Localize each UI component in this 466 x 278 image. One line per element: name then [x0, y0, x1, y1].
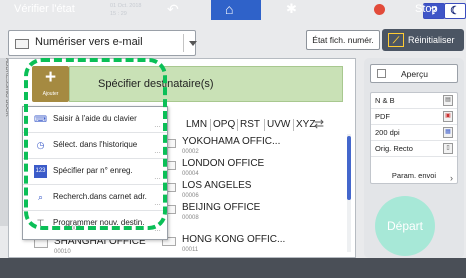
index-tab[interactable]: UVW [267, 119, 290, 130]
scan-file-status-button[interactable]: État fich. numér. [306, 30, 380, 50]
destination-number: 00004 [182, 171, 199, 177]
destination-name: HONG KONG OFFIC... [182, 234, 286, 245]
setting-file-type[interactable]: PDF ▣ [371, 109, 457, 125]
chevron-right-icon: › [450, 173, 453, 183]
stop-icon [374, 4, 385, 15]
envelope-icon [15, 39, 29, 49]
check-status-button[interactable]: Vérifier l'état [14, 3, 75, 15]
select-divider [183, 34, 184, 52]
pdf-icon: ▣ [443, 111, 453, 122]
index-tab[interactable]: OPQ [213, 119, 235, 130]
index-tab[interactable]: XYZ [296, 119, 315, 130]
destination-name: YOKOHAMA OFFIC... [182, 136, 281, 147]
destination-name: LOS ANGELES [182, 180, 252, 191]
setting-color[interactable]: N & B ▤ [371, 93, 457, 109]
scan-mode-select[interactable]: Numériser vers e-mail [8, 30, 197, 56]
preview-toggle[interactable]: Aperçu [370, 64, 458, 83]
send-settings-label: Param. envoi [391, 171, 437, 180]
checkbox-icon [377, 69, 386, 78]
brightness-button[interactable]: ☾ [444, 3, 466, 19]
index-divider [210, 119, 211, 131]
destination-name: LONDON OFFICE [182, 158, 265, 169]
destination-item[interactable]: BEIJING OFFICE 00008 [162, 202, 342, 223]
one-sided-icon: ▯ [443, 143, 453, 154]
setting-label: Orig. Recto [375, 144, 413, 153]
stop-button[interactable]: Stop [415, 3, 438, 15]
reset-icon: ⟋ [388, 33, 404, 47]
highlight-annotation [24, 58, 167, 230]
resolution-icon: ▦ [443, 127, 453, 138]
index-tabs: LMN OPQ RST UVW XYZ ⇄ [172, 114, 344, 134]
destination-number: 00010 [54, 249, 71, 255]
chevron-down-icon [189, 41, 197, 46]
gear-icon[interactable]: ✱ [286, 1, 297, 17]
date-text: 01 Oct. 2018 [110, 3, 142, 9]
bottom-bar [0, 258, 466, 278]
back-icon[interactable]: ↶ [167, 1, 179, 18]
setting-original-side[interactable]: Orig. Recto ▯ [371, 141, 457, 157]
destination-item[interactable]: LOS ANGELES 00006 [162, 180, 342, 201]
destination-number: 00008 [182, 215, 199, 221]
destination-number: 00006 [182, 193, 199, 199]
envelope-icon [34, 239, 48, 248]
index-divider [264, 119, 265, 131]
home-icon: ⌂ [225, 1, 234, 17]
start-button[interactable]: Départ [375, 196, 435, 256]
destination-item[interactable]: HONG KONG OFFIC... 00011 [162, 234, 342, 255]
scan-mode-value: Numériser vers e-mail [35, 36, 143, 48]
destination-item[interactable]: YOKOHAMA OFFIC... 00002 [162, 136, 342, 157]
color-mode-icon: ▤ [443, 95, 453, 106]
destination-number: 00002 [182, 149, 199, 155]
setting-resolution[interactable]: 200 dpi ▦ [371, 125, 457, 141]
index-divider [237, 119, 238, 131]
setting-label: PDF [375, 112, 390, 121]
destination-name: BEIJING OFFICE [182, 202, 261, 213]
home-button[interactable] [211, 0, 261, 20]
index-divider [293, 119, 294, 131]
setting-label: 200 dpi [375, 128, 400, 137]
date-time: 01 Oct. 2018 15 : 29 [110, 2, 142, 18]
scan-settings[interactable]: N & B ▤ PDF ▣ 200 dpi ▦ Orig. Recto ▯ Pa… [370, 92, 458, 184]
time-text: 15 : 29 [110, 11, 127, 17]
switch-order-icon[interactable]: ⇄ [314, 117, 324, 131]
setting-label: N & B [375, 96, 395, 105]
send-settings-button[interactable]: Param. envoi › [371, 169, 457, 184]
index-tab[interactable]: LMN [186, 119, 207, 130]
destination-number: 00011 [182, 247, 199, 253]
index-tab[interactable]: RST [240, 119, 260, 130]
scrollbar-thumb[interactable] [347, 136, 351, 200]
preview-label: Aperçu [401, 69, 428, 79]
destination-item[interactable]: LONDON OFFICE 00004 [162, 158, 342, 179]
